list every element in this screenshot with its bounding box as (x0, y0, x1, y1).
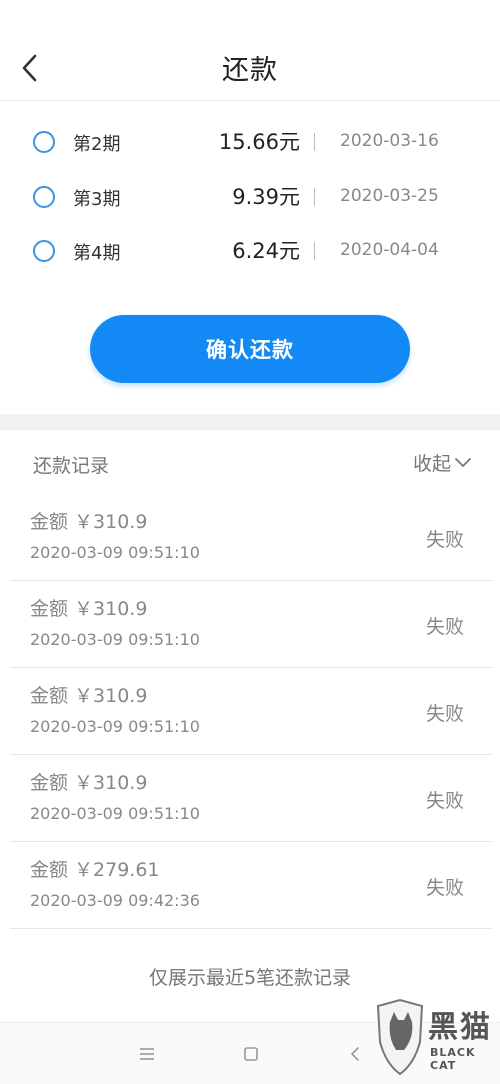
record-amount: 金额 ￥310.9 (30, 772, 148, 794)
period-date: 2020-04-04 (340, 240, 439, 260)
record-row: 金额 ￥310.9 2020-03-09 09:51:10 失败 (10, 493, 492, 581)
record-time: 2020-03-09 09:51:10 (30, 804, 200, 823)
back-icon (351, 1047, 359, 1061)
period-amount: 6.24元 (232, 239, 300, 263)
radio-button[interactable] (33, 131, 55, 153)
record-row: 金额 ￥310.9 2020-03-09 09:51:10 失败 (10, 754, 492, 842)
divider (314, 242, 315, 260)
divider (314, 188, 315, 206)
period-row[interactable]: 第2期 15.66元 2020-03-16 (0, 123, 500, 163)
record-row: 金额 ￥310.9 2020-03-09 09:51:10 失败 (10, 667, 492, 755)
radio-button[interactable] (33, 186, 55, 208)
record-amount: 金额 ￥310.9 (30, 598, 148, 620)
record-row: 金额 ￥279.61 2020-03-09 09:42:36 失败 (10, 841, 492, 929)
confirm-repayment-button[interactable]: 确认还款 (90, 315, 410, 383)
radio-button[interactable] (33, 240, 55, 262)
record-row: 金额 ￥310.9 2020-03-09 09:51:10 失败 (10, 580, 492, 668)
records-footer-note: 仅展示最近5笔还款记录 (148, 967, 352, 989)
period-label: 第4期 (73, 243, 121, 264)
menu-icon (140, 1048, 154, 1060)
period-row[interactable]: 第3期 9.39元 2020-03-25 (0, 178, 500, 218)
black-cat-logo-icon (376, 998, 424, 1076)
record-amount: 金额 ￥310.9 (30, 511, 148, 533)
period-amount: 9.39元 (232, 185, 300, 209)
period-label: 第2期 (73, 134, 121, 155)
watermark-name: 黑猫 (428, 1010, 492, 1045)
menu-button[interactable] (134, 1041, 160, 1067)
home-icon (244, 1047, 258, 1061)
record-amount: 金额 ￥279.61 (30, 859, 160, 881)
record-status: 失败 (425, 616, 464, 638)
period-row[interactable]: 第4期 6.24元 2020-04-04 (0, 232, 500, 272)
page-title: 还款 (222, 55, 278, 86)
record-time: 2020-03-09 09:51:10 (30, 630, 200, 649)
collapse-toggle[interactable]: 收起 (413, 449, 472, 476)
record-status: 失败 (425, 877, 464, 899)
watermark-name-en: BLACK CAT (430, 1046, 476, 1072)
collapse-label: 收起 (412, 453, 451, 475)
watermark: 黑猫 BLACK CAT (374, 998, 494, 1078)
header: 还款 (0, 0, 500, 101)
divider (314, 133, 315, 151)
period-date: 2020-03-25 (340, 186, 439, 206)
record-time: 2020-03-09 09:51:10 (30, 717, 200, 736)
records-title: 还款记录 (33, 455, 110, 477)
record-status: 失败 (425, 790, 464, 812)
period-amount: 15.66元 (218, 130, 300, 154)
period-date: 2020-03-16 (340, 131, 439, 151)
record-amount: 金额 ￥310.9 (30, 685, 148, 707)
record-status: 失败 (425, 703, 464, 725)
period-label: 第3期 (73, 189, 121, 210)
home-button[interactable] (238, 1041, 264, 1067)
record-time: 2020-03-09 09:51:10 (30, 543, 200, 562)
record-status: 失败 (425, 529, 464, 551)
section-divider (0, 414, 500, 430)
record-time: 2020-03-09 09:42:36 (30, 891, 200, 910)
nav-back-button[interactable] (342, 1041, 368, 1067)
chevron-down-icon (455, 457, 471, 467)
